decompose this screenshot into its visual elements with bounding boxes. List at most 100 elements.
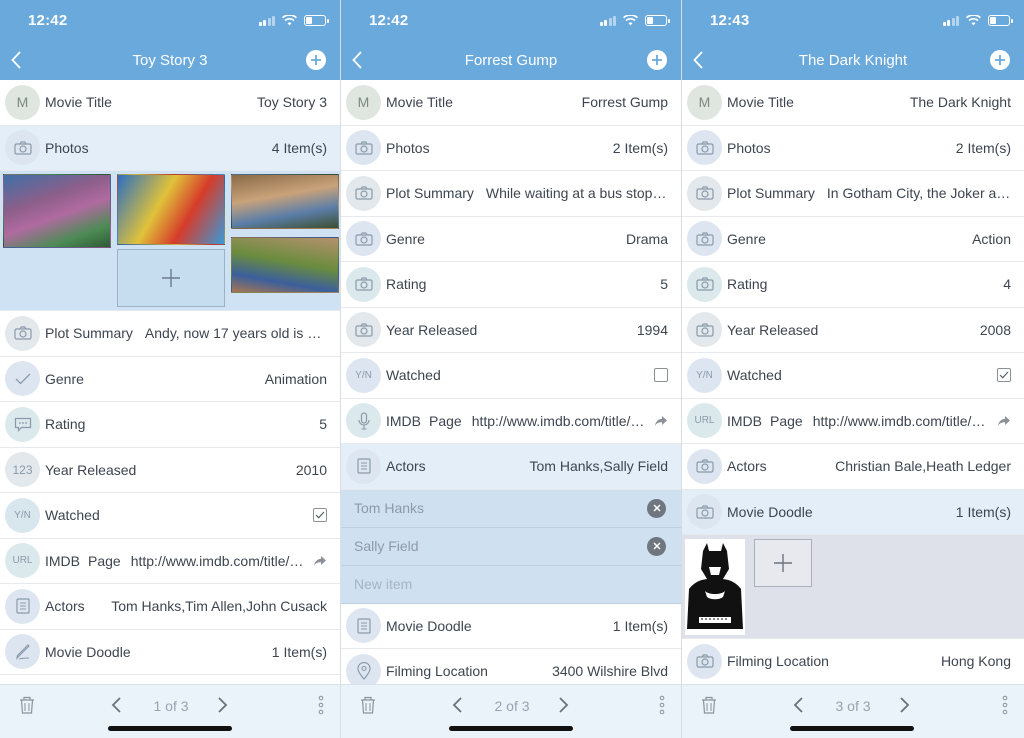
row-actors[interactable]: Actors Tom Hanks,Sally Field: [341, 444, 681, 490]
photo-thumbnail[interactable]: [231, 174, 339, 229]
row-rating[interactable]: Rating 4: [682, 262, 1024, 308]
row-photos[interactable]: Photos 2 Item(s): [341, 125, 681, 171]
trash-icon[interactable]: [359, 695, 377, 715]
share-arrow-icon[interactable]: [997, 415, 1011, 427]
row-label: Year Released: [727, 321, 819, 338]
row-genre[interactable]: Genre Drama: [341, 216, 681, 262]
previous-record-icon[interactable]: [451, 696, 463, 714]
row-filming-location[interactable]: Filming Location Hong Kong: [682, 639, 1024, 684]
row-movie-title[interactable]: M Movie Title The Dark Knight: [682, 80, 1024, 126]
nav-title: The Dark Knight: [798, 51, 908, 69]
more-options-icon[interactable]: [318, 695, 324, 715]
row-label-secondary: Page: [88, 552, 121, 569]
add-photo-button[interactable]: [117, 249, 225, 307]
row-imdb-page[interactable]: IMDB Page http://www.imdb.com/title/…: [341, 398, 681, 444]
row-photos[interactable]: Photos 4 Item(s): [0, 125, 340, 171]
row-movie-doodle[interactable]: Movie Doodle 1 Item(s): [0, 629, 340, 675]
row-plot-summary[interactable]: Plot Summary Andy, now 17 years old is a…: [0, 311, 340, 357]
new-item-input[interactable]: New item: [341, 565, 681, 604]
next-record-icon[interactable]: [558, 696, 570, 714]
next-record-icon[interactable]: [217, 696, 229, 714]
row-value: Animation: [264, 370, 327, 387]
row-actors[interactable]: Actors Christian Bale,Heath Ledger: [682, 444, 1024, 490]
page-indicator: 1 of 3: [153, 698, 189, 714]
bottom-toolbar: 2 of 3: [341, 684, 681, 738]
more-options-icon[interactable]: [659, 695, 665, 715]
list-icon: [346, 448, 381, 484]
photo-thumbnail[interactable]: [117, 174, 225, 245]
home-indicator: [449, 726, 573, 731]
row-label: Photos: [45, 139, 89, 156]
share-arrow-icon[interactable]: [313, 555, 327, 567]
back-button[interactable]: [688, 49, 708, 71]
watched-checkbox[interactable]: [313, 508, 327, 523]
row-year-released[interactable]: Year Released 2008: [682, 307, 1024, 353]
row-label: Genre: [45, 370, 84, 387]
row-movie-doodle[interactable]: Movie Doodle 1 Item(s): [341, 603, 681, 649]
row-movie-doodle[interactable]: Movie Doodle 1 Item(s): [682, 489, 1024, 535]
row-genre[interactable]: Genre Action: [682, 216, 1024, 262]
actor-list-item[interactable]: Sally Field: [341, 527, 681, 566]
watched-checkbox[interactable]: [997, 368, 1011, 383]
camera-icon: [687, 175, 722, 211]
row-imdb-page[interactable]: URL IMDB Page http://www.imdb.com/title/…: [682, 398, 1024, 444]
row-value[interactable]: http://www.imdb.com/title/…: [813, 413, 991, 429]
camera-icon: [346, 130, 381, 166]
next-record-icon[interactable]: [899, 696, 911, 714]
row-photos[interactable]: Photos 2 Item(s): [682, 125, 1024, 171]
checkmark-icon: [5, 361, 40, 397]
row-value: In Gotham City, the Joker an…: [826, 185, 1011, 202]
actor-name: Tom Hanks: [354, 500, 425, 516]
battery-icon: [988, 14, 1013, 26]
plus-icon: [311, 55, 321, 65]
row-value[interactable]: http://www.imdb.com/title/…: [472, 413, 648, 429]
trash-icon[interactable]: [18, 695, 36, 715]
row-filming-location[interactable]: Filming Location 3400 Wilshire Blvd: [341, 649, 681, 684]
row-imdb-page[interactable]: URL IMDB Page http://www.imdb.com/title/…: [0, 538, 340, 584]
camera-icon: [687, 130, 722, 166]
chevron-left-icon: [11, 51, 21, 69]
row-rating[interactable]: Rating 5: [0, 402, 340, 448]
doodle-thumbnail[interactable]: [685, 539, 745, 635]
add-button[interactable]: [990, 50, 1010, 70]
row-watched[interactable]: Y/N Watched: [682, 353, 1024, 399]
row-label-secondary: Page: [429, 412, 462, 429]
row-label: Photos: [386, 139, 430, 156]
row-value: 2 Item(s): [612, 139, 668, 156]
remove-item-button[interactable]: [647, 536, 666, 556]
add-doodle-button[interactable]: [754, 539, 812, 587]
watched-checkbox[interactable]: [654, 368, 668, 383]
row-plot-summary[interactable]: Plot Summary While waiting at a bus stop…: [341, 171, 681, 217]
row-label: Actors: [727, 458, 767, 475]
row-movie-title[interactable]: M Movie Title Toy Story 3: [0, 80, 340, 126]
photo-thumbnail[interactable]: [231, 237, 339, 293]
row-plot-summary[interactable]: Plot Summary In Gotham City, the Joker a…: [682, 171, 1024, 217]
row-value: 1 Item(s): [271, 643, 327, 660]
previous-record-icon[interactable]: [792, 696, 804, 714]
row-value: 2008: [979, 321, 1011, 338]
trash-icon[interactable]: [700, 695, 718, 715]
camera-icon: [687, 643, 722, 679]
row-value[interactable]: http://www.imdb.com/title/…: [131, 553, 307, 569]
remove-item-button[interactable]: [647, 498, 666, 518]
add-button[interactable]: [306, 50, 326, 70]
row-movie-title[interactable]: M Movie Title Forrest Gump: [341, 80, 681, 126]
panel-the-dark-knight: 12:43 The Dark Knight M Movie Title The …: [682, 0, 1024, 738]
row-watched[interactable]: Y/N Watched: [0, 493, 340, 539]
back-button[interactable]: [347, 49, 367, 71]
plus-icon: [774, 554, 792, 572]
previous-record-icon[interactable]: [110, 696, 122, 714]
more-options-icon[interactable]: [1002, 695, 1008, 715]
row-year-released[interactable]: Year Released 1994: [341, 307, 681, 353]
row-watched[interactable]: Y/N Watched: [341, 353, 681, 399]
photo-thumbnail[interactable]: [3, 174, 111, 248]
row-label: Rating: [727, 276, 768, 293]
row-genre[interactable]: Genre Animation: [0, 356, 340, 402]
add-button[interactable]: [647, 50, 667, 70]
actor-list-item[interactable]: Tom Hanks: [341, 489, 681, 528]
row-actors[interactable]: Actors Tom Hanks,Tim Allen,John Cusack: [0, 584, 340, 630]
back-button[interactable]: [6, 49, 26, 71]
row-rating[interactable]: Rating 5: [341, 262, 681, 308]
share-arrow-icon[interactable]: [654, 415, 668, 427]
row-year-released[interactable]: 123 Year Released 2010: [0, 447, 340, 493]
